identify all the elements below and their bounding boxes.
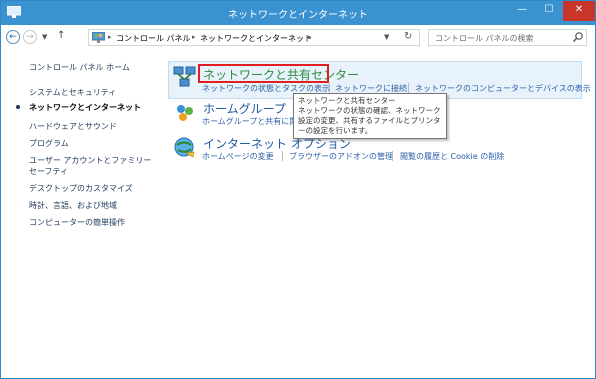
sidebar-item-programs[interactable]: プログラム bbox=[29, 138, 69, 149]
sidebar-item-ease-of-access[interactable]: コンピューターの簡単操作 bbox=[29, 217, 125, 228]
control-panel-window: ネットワークとインターネット — ☐ ✕ ← → ▼ ↑ ▸ コントロール パネ… bbox=[0, 0, 596, 379]
refresh-icon[interactable]: ↻ bbox=[404, 31, 412, 42]
sidebar-item-user-accounts[interactable]: ユーザー アカウントとファミリー セーフティ bbox=[29, 155, 154, 177]
sidebar-item-control-panel-home[interactable]: コントロール パネル ホーム bbox=[29, 62, 130, 73]
navigation-bar: ← → ▼ ↑ ▸ コントロール パネル ▸ ネットワークとインターネット ▸ … bbox=[1, 25, 595, 51]
link-separator bbox=[408, 83, 409, 93]
breadcrumb-separator-icon[interactable]: ▸ bbox=[192, 33, 196, 41]
sidebar-item-appearance[interactable]: デスクトップのカスタマイズ bbox=[29, 183, 133, 194]
up-arrow-icon[interactable]: ↑ bbox=[57, 30, 65, 41]
minimize-button[interactable]: — bbox=[509, 1, 535, 21]
breadcrumb-network-internet[interactable]: ネットワークとインターネット bbox=[200, 33, 312, 44]
highlight-annotation-box bbox=[198, 64, 329, 83]
internet-options-icon[interactable] bbox=[173, 135, 197, 159]
sidebar-item-clock-language-region[interactable]: 時計、言語、および地域 bbox=[29, 200, 117, 211]
tooltip: ネットワークと共有センター ネットワークの状態の確認、ネットワーク設定の変更、共… bbox=[293, 93, 447, 139]
title-bar[interactable]: ネットワークとインターネット — ☐ ✕ bbox=[1, 1, 595, 25]
search-icon[interactable] bbox=[572, 31, 584, 43]
address-bar[interactable]: ▸ コントロール パネル ▸ ネットワークとインターネット ▸ ▼ ↻ bbox=[88, 29, 420, 46]
homegroup-sharing-link[interactable]: ホームグループと共有に関 bbox=[202, 116, 297, 127]
search-input[interactable]: コントロール パネルの検索 bbox=[435, 33, 534, 44]
breadcrumb-separator-icon[interactable]: ▸ bbox=[308, 33, 312, 41]
forward-arrow-icon[interactable]: → bbox=[23, 30, 37, 44]
maximize-button[interactable]: ☐ bbox=[536, 1, 562, 21]
tooltip-title: ネットワークと共有センター bbox=[298, 96, 396, 105]
sidebar-item-network-internet[interactable]: ネットワークとインターネット bbox=[29, 102, 141, 113]
link-separator bbox=[282, 151, 283, 161]
breadcrumb-control-panel[interactable]: コントロール パネル bbox=[116, 33, 191, 44]
change-homepage-link[interactable]: ホームページの変更 bbox=[202, 151, 274, 162]
address-dropdown-icon[interactable]: ▼ bbox=[384, 33, 389, 41]
control-panel-icon bbox=[92, 32, 105, 43]
manage-addons-link[interactable]: ブラウザーのアドオンの管理 bbox=[289, 151, 393, 162]
network-sharing-center-icon[interactable] bbox=[173, 65, 197, 89]
link-separator bbox=[392, 151, 393, 161]
sidebar-item-system-security[interactable]: システムとセキュリティ bbox=[29, 87, 116, 98]
current-item-bullet-icon bbox=[16, 105, 20, 109]
tooltip-body: ネットワークの状態の確認、ネットワーク設定の変更、共有するファイルとプリンターの… bbox=[298, 106, 441, 135]
delete-history-cookies-link[interactable]: 閲覧の履歴と Cookie の削除 bbox=[400, 151, 504, 162]
homegroup-icon[interactable] bbox=[173, 101, 197, 125]
link-separator bbox=[329, 83, 330, 93]
recent-pages-dropdown-icon[interactable]: ▼ bbox=[42, 33, 47, 41]
back-arrow-icon[interactable]: ← bbox=[6, 30, 20, 44]
search-box[interactable]: コントロール パネルの検索 bbox=[428, 29, 587, 46]
window-title: ネットワークとインターネット bbox=[228, 10, 368, 21]
sidebar-item-hardware-sound[interactable]: ハードウェアとサウンド bbox=[29, 121, 117, 132]
close-button[interactable]: ✕ bbox=[563, 1, 595, 21]
breadcrumb-separator-icon: ▸ bbox=[108, 33, 112, 41]
homegroup-title[interactable]: ホームグループ bbox=[203, 100, 286, 117]
